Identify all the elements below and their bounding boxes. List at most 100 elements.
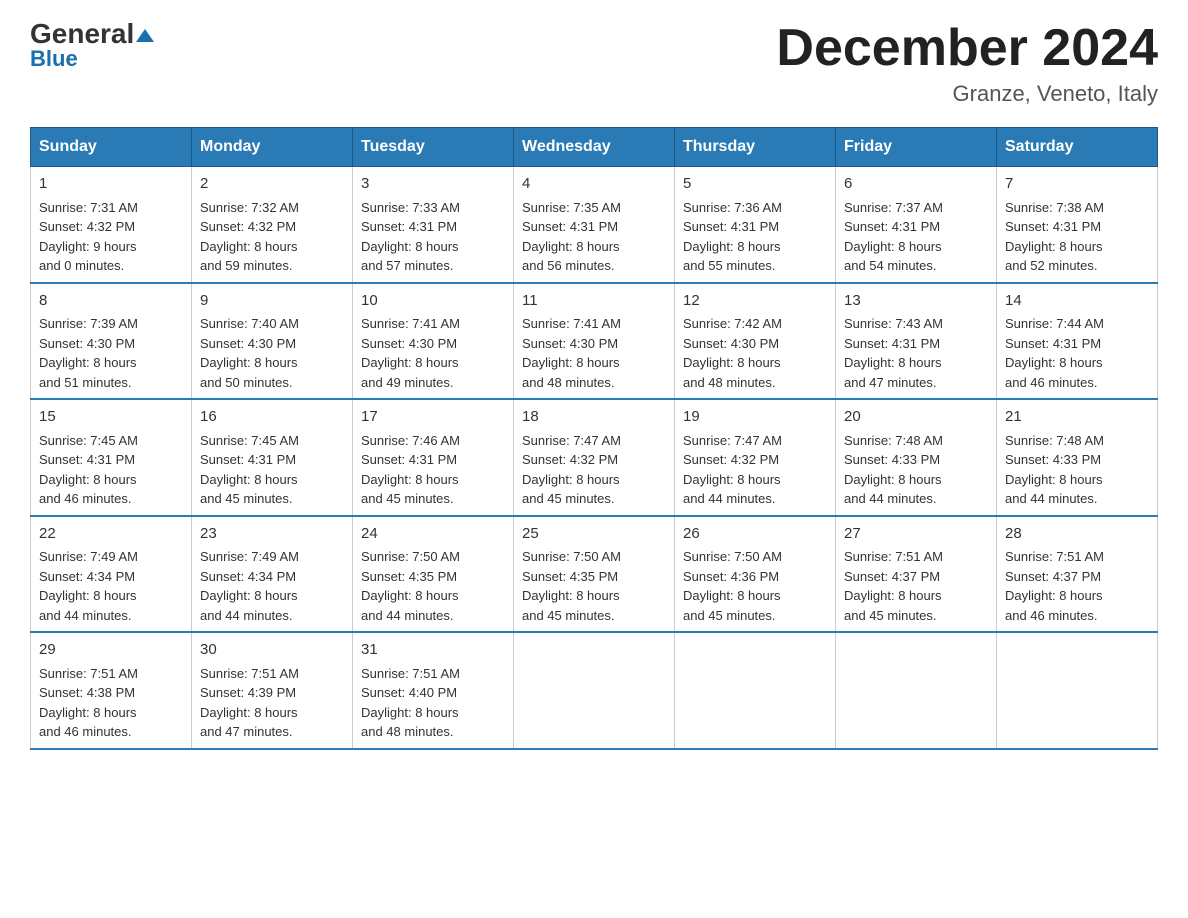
- table-row: 2 Sunrise: 7:32 AMSunset: 4:32 PMDaylight…: [192, 167, 353, 283]
- col-wednesday: Wednesday: [514, 128, 675, 167]
- day-number: 23: [200, 523, 344, 546]
- day-number: 22: [39, 523, 183, 546]
- day-number: 21: [1005, 406, 1149, 429]
- day-info: Sunrise: 7:35 AMSunset: 4:31 PMDaylight:…: [522, 200, 621, 274]
- day-info: Sunrise: 7:42 AMSunset: 4:30 PMDaylight:…: [683, 316, 782, 390]
- table-row: 1 Sunrise: 7:31 AMSunset: 4:32 PMDaylight…: [31, 167, 192, 283]
- col-tuesday: Tuesday: [353, 128, 514, 167]
- table-row: 7 Sunrise: 7:38 AMSunset: 4:31 PMDaylight…: [997, 167, 1158, 283]
- day-info: Sunrise: 7:39 AMSunset: 4:30 PMDaylight:…: [39, 316, 138, 390]
- day-info: Sunrise: 7:51 AMSunset: 4:39 PMDaylight:…: [200, 666, 299, 740]
- day-number: 8: [39, 290, 183, 313]
- day-info: Sunrise: 7:45 AMSunset: 4:31 PMDaylight:…: [200, 433, 299, 507]
- day-info: Sunrise: 7:47 AMSunset: 4:32 PMDaylight:…: [522, 433, 621, 507]
- day-info: Sunrise: 7:49 AMSunset: 4:34 PMDaylight:…: [200, 549, 299, 623]
- table-row: [514, 632, 675, 749]
- day-number: 2: [200, 173, 344, 196]
- day-info: Sunrise: 7:46 AMSunset: 4:31 PMDaylight:…: [361, 433, 460, 507]
- table-row: 30 Sunrise: 7:51 AMSunset: 4:39 PMDayligh…: [192, 632, 353, 749]
- table-row: 10 Sunrise: 7:41 AMSunset: 4:30 PMDayligh…: [353, 283, 514, 400]
- day-info: Sunrise: 7:44 AMSunset: 4:31 PMDaylight:…: [1005, 316, 1104, 390]
- day-number: 7: [1005, 173, 1149, 196]
- day-info: Sunrise: 7:41 AMSunset: 4:30 PMDaylight:…: [361, 316, 460, 390]
- calendar-header-row: Sunday Monday Tuesday Wednesday Thursday…: [31, 128, 1158, 167]
- main-title: December 2024: [776, 20, 1158, 77]
- logo-general: General: [30, 20, 154, 48]
- page-header: General Blue December 2024 Granze, Venet…: [30, 20, 1158, 107]
- day-info: Sunrise: 7:41 AMSunset: 4:30 PMDaylight:…: [522, 316, 621, 390]
- calendar-week-row: 22 Sunrise: 7:49 AMSunset: 4:34 PMDayligh…: [31, 516, 1158, 633]
- table-row: 24 Sunrise: 7:50 AMSunset: 4:35 PMDayligh…: [353, 516, 514, 633]
- day-number: 1: [39, 173, 183, 196]
- day-info: Sunrise: 7:48 AMSunset: 4:33 PMDaylight:…: [1005, 433, 1104, 507]
- day-number: 14: [1005, 290, 1149, 313]
- day-info: Sunrise: 7:51 AMSunset: 4:40 PMDaylight:…: [361, 666, 460, 740]
- col-friday: Friday: [836, 128, 997, 167]
- day-number: 30: [200, 639, 344, 662]
- table-row: 21 Sunrise: 7:48 AMSunset: 4:33 PMDayligh…: [997, 399, 1158, 516]
- day-info: Sunrise: 7:51 AMSunset: 4:38 PMDaylight:…: [39, 666, 138, 740]
- day-number: 4: [522, 173, 666, 196]
- table-row: 6Sunrise: 7:37 AMSunset: 4:31 PMDaylight…: [836, 167, 997, 283]
- day-info: Sunrise: 7:38 AMSunset: 4:31 PMDaylight:…: [1005, 200, 1104, 274]
- table-row: 17 Sunrise: 7:46 AMSunset: 4:31 PMDayligh…: [353, 399, 514, 516]
- day-number: 25: [522, 523, 666, 546]
- table-row: 22 Sunrise: 7:49 AMSunset: 4:34 PMDayligh…: [31, 516, 192, 633]
- table-row: 19Sunrise: 7:47 AMSunset: 4:32 PMDayligh…: [675, 399, 836, 516]
- day-number: 9: [200, 290, 344, 313]
- day-info: Sunrise: 7:50 AMSunset: 4:35 PMDaylight:…: [361, 549, 460, 623]
- day-info: Sunrise: 7:51 AMSunset: 4:37 PMDaylight:…: [1005, 549, 1104, 623]
- day-number: 19: [683, 406, 827, 429]
- calendar-week-row: 15 Sunrise: 7:45 AMSunset: 4:31 PMDayligh…: [31, 399, 1158, 516]
- day-info: Sunrise: 7:31 AMSunset: 4:32 PMDaylight:…: [39, 200, 138, 274]
- day-info: Sunrise: 7:32 AMSunset: 4:32 PMDaylight:…: [200, 200, 299, 274]
- logo-blue: Blue: [30, 46, 78, 72]
- calendar-week-row: 1 Sunrise: 7:31 AMSunset: 4:32 PMDaylight…: [31, 167, 1158, 283]
- day-number: 11: [522, 290, 666, 313]
- day-number: 16: [200, 406, 344, 429]
- day-info: Sunrise: 7:49 AMSunset: 4:34 PMDaylight:…: [39, 549, 138, 623]
- day-number: 6: [844, 173, 988, 196]
- table-row: 14 Sunrise: 7:44 AMSunset: 4:31 PMDayligh…: [997, 283, 1158, 400]
- day-info: Sunrise: 7:48 AMSunset: 4:33 PMDaylight:…: [844, 433, 943, 507]
- day-number: 17: [361, 406, 505, 429]
- col-monday: Monday: [192, 128, 353, 167]
- table-row: 29 Sunrise: 7:51 AMSunset: 4:38 PMDayligh…: [31, 632, 192, 749]
- table-row: 28 Sunrise: 7:51 AMSunset: 4:37 PMDayligh…: [997, 516, 1158, 633]
- table-row: 3 Sunrise: 7:33 AMSunset: 4:31 PMDaylight…: [353, 167, 514, 283]
- day-number: 18: [522, 406, 666, 429]
- day-number: 5: [683, 173, 827, 196]
- title-block: December 2024 Granze, Veneto, Italy: [776, 20, 1158, 107]
- col-saturday: Saturday: [997, 128, 1158, 167]
- day-info: Sunrise: 7:43 AMSunset: 4:31 PMDaylight:…: [844, 316, 943, 390]
- day-info: Sunrise: 7:51 AMSunset: 4:37 PMDaylight:…: [844, 549, 943, 623]
- table-row: 27Sunrise: 7:51 AMSunset: 4:37 PMDayligh…: [836, 516, 997, 633]
- day-info: Sunrise: 7:36 AMSunset: 4:31 PMDaylight:…: [683, 200, 782, 274]
- table-row: 9 Sunrise: 7:40 AMSunset: 4:30 PMDaylight…: [192, 283, 353, 400]
- day-number: 3: [361, 173, 505, 196]
- table-row: 25Sunrise: 7:50 AMSunset: 4:35 PMDayligh…: [514, 516, 675, 633]
- day-number: 10: [361, 290, 505, 313]
- day-number: 12: [683, 290, 827, 313]
- table-row: 11 Sunrise: 7:41 AMSunset: 4:30 PMDayligh…: [514, 283, 675, 400]
- day-number: 28: [1005, 523, 1149, 546]
- table-row: 5 Sunrise: 7:36 AMSunset: 4:31 PMDaylight…: [675, 167, 836, 283]
- day-number: 24: [361, 523, 505, 546]
- subtitle: Granze, Veneto, Italy: [776, 81, 1158, 107]
- table-row: 20 Sunrise: 7:48 AMSunset: 4:33 PMDayligh…: [836, 399, 997, 516]
- day-number: 26: [683, 523, 827, 546]
- col-sunday: Sunday: [31, 128, 192, 167]
- day-info: Sunrise: 7:40 AMSunset: 4:30 PMDaylight:…: [200, 316, 299, 390]
- table-row: 12 Sunrise: 7:42 AMSunset: 4:30 PMDayligh…: [675, 283, 836, 400]
- table-row: [675, 632, 836, 749]
- table-row: 13 Sunrise: 7:43 AMSunset: 4:31 PMDayligh…: [836, 283, 997, 400]
- day-info: Sunrise: 7:33 AMSunset: 4:31 PMDaylight:…: [361, 200, 460, 274]
- day-number: 29: [39, 639, 183, 662]
- day-number: 20: [844, 406, 988, 429]
- day-number: 15: [39, 406, 183, 429]
- calendar-table: Sunday Monday Tuesday Wednesday Thursday…: [30, 127, 1158, 750]
- table-row: 23 Sunrise: 7:49 AMSunset: 4:34 PMDayligh…: [192, 516, 353, 633]
- calendar-week-row: 29 Sunrise: 7:51 AMSunset: 4:38 PMDayligh…: [31, 632, 1158, 749]
- table-row: 26Sunrise: 7:50 AMSunset: 4:36 PMDayligh…: [675, 516, 836, 633]
- day-number: 13: [844, 290, 988, 313]
